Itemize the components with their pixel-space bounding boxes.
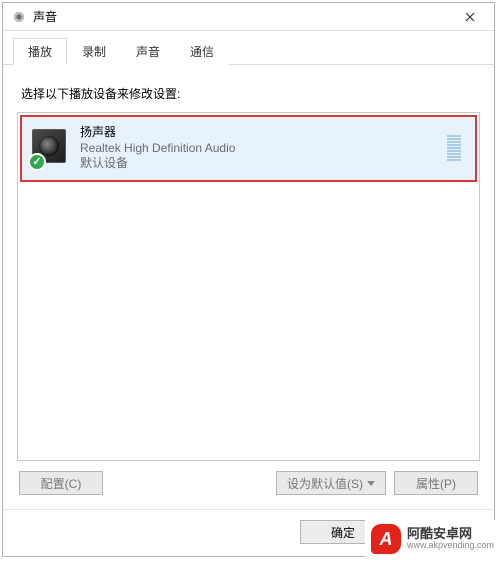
device-list[interactable]: 扬声器 Realtek High Definition Audio 默认设备 <box>17 112 480 461</box>
set-default-button[interactable]: 设为默认值(S) <box>276 471 386 495</box>
device-icon <box>32 129 70 167</box>
tab-playback[interactable]: 播放 <box>13 38 67 65</box>
watermark: A 阿酷安卓网 www.akpvending.com <box>365 520 500 558</box>
chevron-down-icon <box>367 481 375 486</box>
device-status: 默认设备 <box>80 156 235 172</box>
device-driver: Realtek High Definition Audio <box>80 141 235 157</box>
sound-dialog: 声音 播放 录制 声音 通信 选择以下播放设备来修改设置: 扬声器 Realte… <box>2 2 495 557</box>
device-item-speakers[interactable]: 扬声器 Realtek High Definition Audio 默认设备 <box>20 115 477 182</box>
tab-bar: 播放 录制 声音 通信 <box>3 31 494 65</box>
tab-sounds[interactable]: 声音 <box>121 38 175 65</box>
ok-label: 确定 <box>331 524 355 541</box>
watermark-logo: A <box>371 524 401 554</box>
watermark-name: 阿酷安卓网 <box>407 527 494 541</box>
titlebar: 声音 <box>3 3 494 31</box>
tab-communications[interactable]: 通信 <box>175 38 229 65</box>
window-title: 声音 <box>33 8 450 25</box>
tab-content: 选择以下播放设备来修改设置: 扬声器 Realtek High Definiti… <box>3 65 494 509</box>
instruction-text: 选择以下播放设备来修改设置: <box>21 85 476 102</box>
close-button[interactable] <box>450 3 490 31</box>
device-name: 扬声器 <box>80 125 235 141</box>
configure-label: 配置(C) <box>41 475 82 492</box>
device-action-row: 配置(C) 设为默认值(S) 属性(P) <box>17 461 480 501</box>
tab-recording[interactable]: 录制 <box>67 38 121 65</box>
set-default-label: 设为默认值(S) <box>287 475 363 492</box>
watermark-url: www.akpvending.com <box>407 541 494 551</box>
default-badge-icon <box>28 153 46 171</box>
properties-button[interactable]: 属性(P) <box>394 471 478 495</box>
configure-button[interactable]: 配置(C) <box>19 471 103 495</box>
sound-icon <box>11 9 27 25</box>
properties-label: 属性(P) <box>416 475 456 492</box>
device-text: 扬声器 Realtek High Definition Audio 默认设备 <box>80 125 235 172</box>
level-meter <box>447 135 465 161</box>
